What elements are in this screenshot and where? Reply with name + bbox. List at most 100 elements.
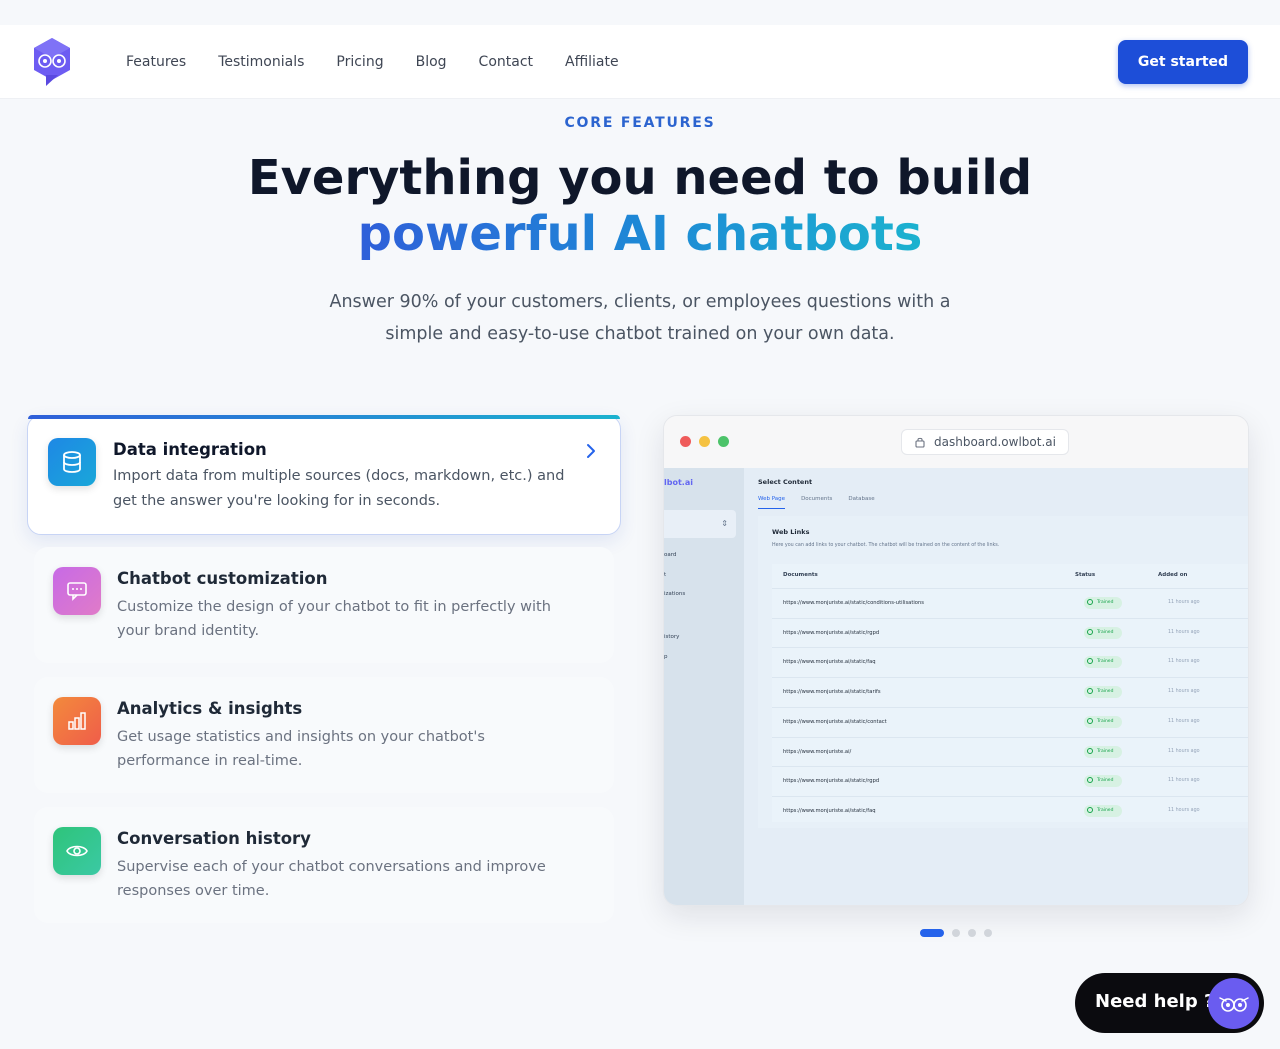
nav-blog[interactable]: Blog xyxy=(416,54,447,70)
feature-card-data-integration[interactable]: Data integration Import data from multip… xyxy=(27,415,621,535)
feature-card-chatbot-customization[interactable]: Chatbot customization Customize the desi… xyxy=(34,547,614,663)
feature-title: Analytics & insights xyxy=(117,699,303,718)
window-minimize-dot xyxy=(699,436,710,447)
sidebar-item: p xyxy=(664,654,668,660)
chevron-right-icon[interactable] xyxy=(584,442,598,460)
chat-icon xyxy=(67,582,87,601)
hero-subtitle-line2: simple and easy-to-use chatbot trained o… xyxy=(385,324,895,344)
nav-testimonials[interactable]: Testimonials xyxy=(218,54,304,70)
feature-icon-box xyxy=(53,697,101,745)
pager-dot[interactable] xyxy=(952,929,960,937)
status-badge: Trained xyxy=(1084,775,1122,788)
feature-title: Conversation history xyxy=(117,829,311,848)
feature-icon-box xyxy=(53,567,101,615)
pager-dot[interactable] xyxy=(920,929,944,937)
main-nav: Features Testimonials Pricing Blog Conta… xyxy=(126,25,651,99)
row-added-on: 11 hours ago xyxy=(1168,629,1200,635)
feature-description: Import data from multiple sources (docs,… xyxy=(113,468,565,509)
row-added-on: 11 hours ago xyxy=(1168,748,1200,754)
owlbot-logo-icon[interactable] xyxy=(32,37,72,87)
feature-title: Data integration xyxy=(113,440,267,459)
documents-table: Documents Status Added on https://www.mo… xyxy=(772,564,1248,822)
feature-card-conversation-history[interactable]: Conversation history Supervise each of y… xyxy=(34,807,614,923)
nav-contact[interactable]: Contact xyxy=(479,54,533,70)
status-badge: Trained xyxy=(1084,804,1122,817)
hero-title-line1: Everything you need to build xyxy=(247,150,1033,206)
sidebar-item: t xyxy=(664,572,667,578)
status-badge: Trained xyxy=(1084,656,1122,669)
address-bar: dashboard.owlbot.ai xyxy=(901,429,1069,455)
owl-avatar[interactable] xyxy=(1208,978,1259,1029)
need-help-label: Need help ? xyxy=(1095,991,1215,1012)
table-row: https://www.monjuriste.ai/static/rgpd Tra… xyxy=(772,617,1248,648)
app-main: Select Content Web Page Documents Databa… xyxy=(744,468,1248,905)
row-added-on: 11 hours ago xyxy=(1168,718,1200,724)
nav-pricing[interactable]: Pricing xyxy=(336,54,383,70)
bar-chart-icon xyxy=(68,712,86,730)
browser-titlebar: dashboard.owlbot.ai xyxy=(664,416,1248,468)
pager-dot[interactable] xyxy=(968,929,976,937)
row-url: https://www.monjuriste.ai/static/faq xyxy=(783,659,876,666)
feature-description: Supervise each of your chatbot conversat… xyxy=(117,859,546,899)
web-links-panel: Web Links Here you can add links to your… xyxy=(758,516,1248,828)
carousel-pager xyxy=(920,929,1000,937)
app-page-title: Select Content xyxy=(758,478,813,486)
dashboard-screenshot: lbot.ai ⇕ oard t izations istory p Selec… xyxy=(664,468,1248,905)
feature-title: Chatbot customization xyxy=(117,569,328,588)
row-added-on: 11 hours ago xyxy=(1168,600,1200,605)
status-badge: Trained xyxy=(1084,715,1122,728)
site-header: Features Testimonials Pricing Blog Conta… xyxy=(0,25,1280,99)
table-row: https://www.monjuriste.ai/static/conditi… xyxy=(772,588,1248,618)
eye-icon xyxy=(66,845,88,857)
nav-affiliate[interactable]: Affiliate xyxy=(565,54,619,70)
app-tab: Documents xyxy=(801,496,833,502)
sidebar-item: istory xyxy=(664,634,680,640)
row-url: https://www.monjuriste.ai/static/conditi… xyxy=(783,600,924,606)
section-eyebrow: CORE FEATURES xyxy=(564,115,716,131)
hero-title-line2: powerful AI chatbots xyxy=(357,206,923,262)
feature-description: Get usage statistics and insights on you… xyxy=(117,729,485,769)
row-url: https://www.monjuriste.ai/static/tarifs xyxy=(783,689,881,696)
column-header: Status xyxy=(1075,572,1096,578)
status-badge: Trained xyxy=(1084,626,1122,639)
table-row: https://www.monjuriste.ai/static/rgpd Tra… xyxy=(772,766,1248,796)
row-added-on: 11 hours ago xyxy=(1168,689,1200,695)
status-badge: Trained xyxy=(1084,597,1122,609)
table-row: https://www.monjuriste.ai/Trained 11 hour… xyxy=(772,736,1248,767)
row-url: https://www.monjuriste.ai/static/faq xyxy=(783,807,876,814)
app-tabs: Web Page Documents Database xyxy=(758,496,891,509)
window-maximize-dot xyxy=(718,436,729,447)
sidebar-item: izations xyxy=(664,591,686,597)
get-started-button[interactable]: Get started xyxy=(1118,40,1248,84)
feature-card-analytics[interactable]: Analytics & insights Get usage statistic… xyxy=(34,677,614,793)
table-row: https://www.monjuriste.ai/static/faq Trai… xyxy=(772,647,1248,677)
owl-icon xyxy=(1218,996,1249,1012)
table-row: https://www.monjuriste.ai/static/tarifs T… xyxy=(772,677,1248,707)
status-badge: Trained xyxy=(1084,745,1122,758)
row-url: https://www.monjuriste.ai/static/rgpd xyxy=(783,629,880,636)
feature-icon-box xyxy=(48,438,96,486)
chatbot-selector: ⇕ xyxy=(664,510,736,538)
status-badge: Trained xyxy=(1084,686,1122,699)
row-added-on: 11 hours ago xyxy=(1168,659,1200,665)
row-url: https://www.monjuriste.ai/static/rgpd xyxy=(783,778,880,785)
lock-icon xyxy=(915,437,925,448)
web-links-title: Web Links xyxy=(772,528,810,536)
database-icon xyxy=(63,451,81,473)
nav-features[interactable]: Features xyxy=(126,54,186,70)
row-added-on: 11 hours ago xyxy=(1168,778,1200,784)
column-header: Added on xyxy=(1158,572,1188,578)
row-url: https://www.monjuriste.ai/static/contact xyxy=(783,718,887,725)
table-row: https://www.monjuriste.ai/static/faq Trai… xyxy=(772,795,1248,826)
dashboard-preview-window: dashboard.owlbot.ai lbot.ai ⇕ oard t iza… xyxy=(663,415,1249,906)
web-links-desc: Here you can add links to your chatbot. … xyxy=(772,543,1000,548)
app-brand: lbot.ai xyxy=(664,478,693,487)
need-help-widget[interactable]: Need help ? xyxy=(1075,973,1264,1033)
column-header: Documents xyxy=(783,572,818,578)
row-url: https://www.monjuriste.ai/ xyxy=(783,748,852,755)
sidebar-item: oard xyxy=(664,552,677,558)
app-tab: Database xyxy=(848,496,875,502)
pager-dot[interactable] xyxy=(984,929,992,937)
hero-subtitle: Answer 90% of your customers, clients, o… xyxy=(290,286,990,350)
hero-subtitle-line1: Answer 90% of your customers, clients, o… xyxy=(329,292,951,312)
